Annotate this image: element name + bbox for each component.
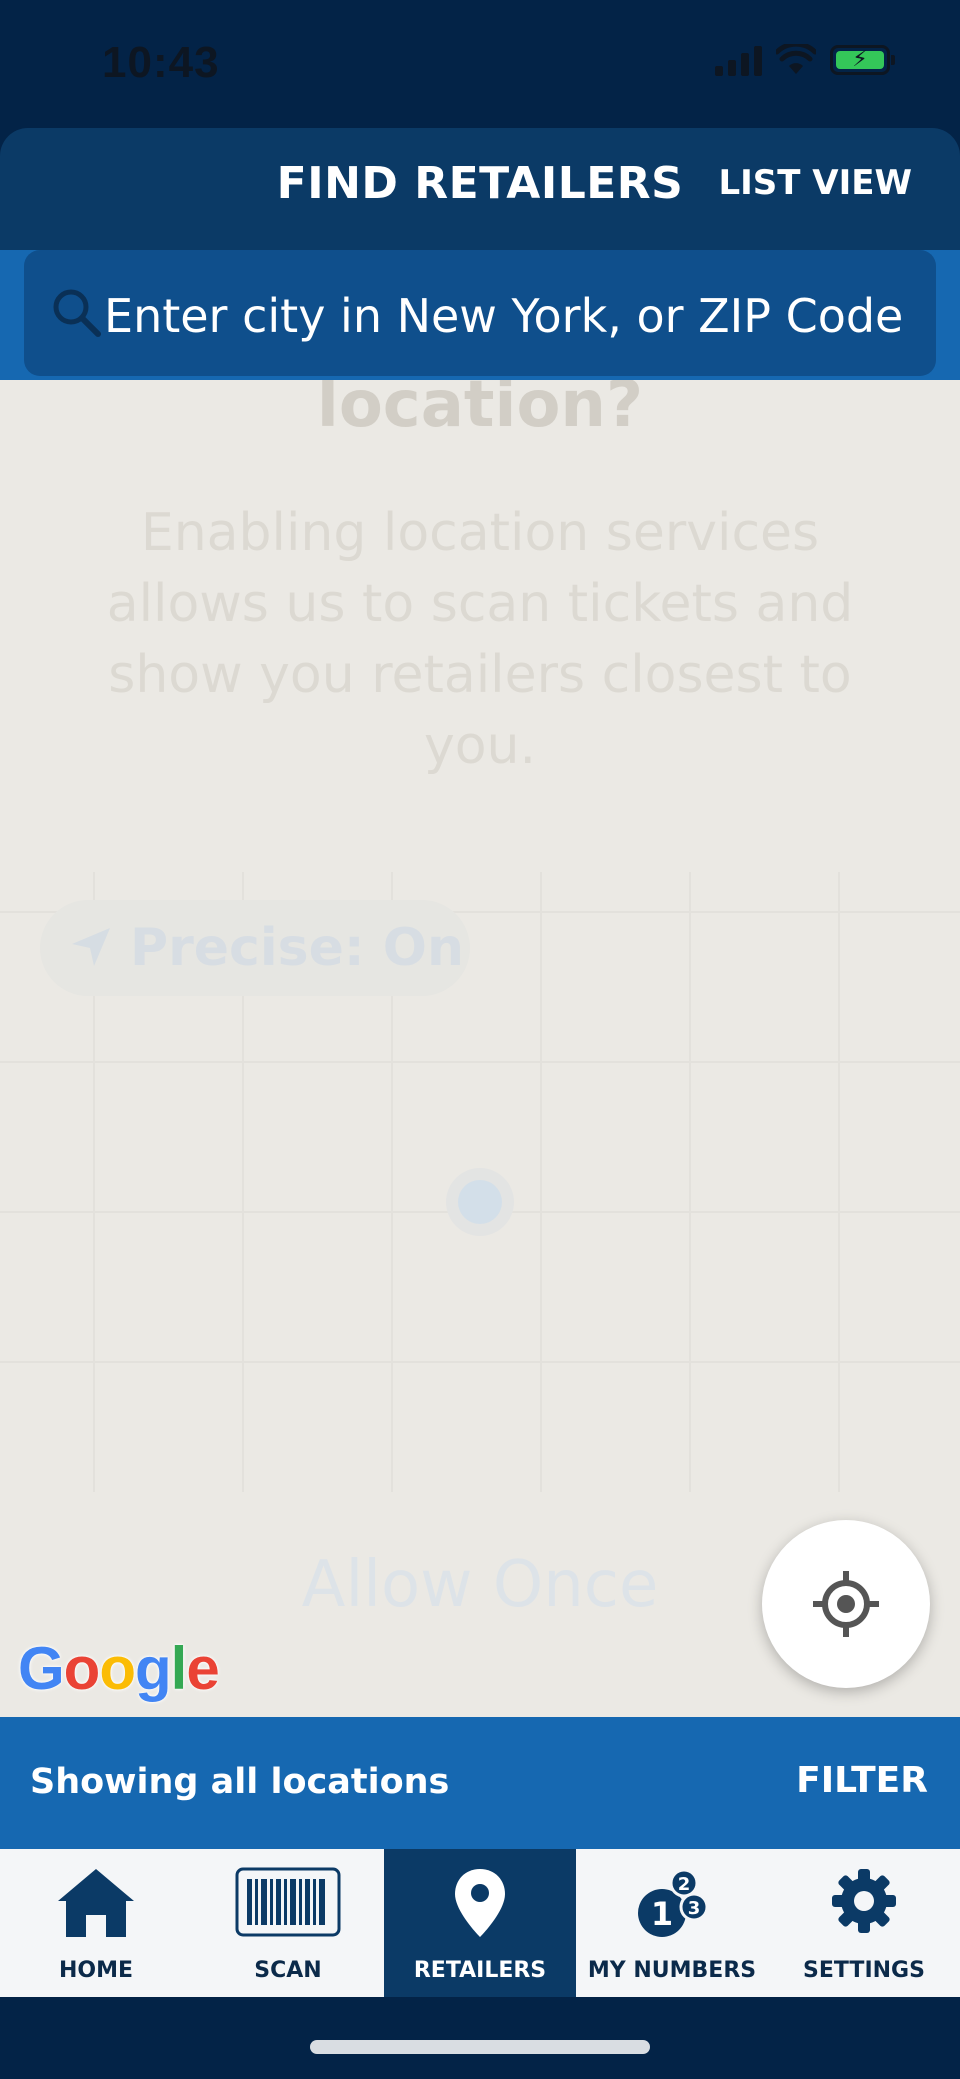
- tab-home-label: HOME: [58, 1958, 134, 1983]
- tab-retailers[interactable]: RETAILERS: [384, 1849, 576, 1997]
- permission-prompt-body: Enabling location services allows us to …: [106, 503, 854, 776]
- location-arrow-icon: [72, 928, 110, 966]
- map-pin-icon: [455, 1869, 505, 1937]
- battery-charging-icon: ⚡: [830, 45, 895, 75]
- precise-location-toggle: Precise: On: [40, 900, 470, 996]
- filter-button[interactable]: FILTER: [796, 1760, 928, 1801]
- home-indicator[interactable]: [310, 2040, 650, 2054]
- filter-status: Showing all locations: [30, 1762, 450, 1802]
- home-icon: [58, 1869, 134, 1937]
- tab-settings[interactable]: SETTINGS: [768, 1849, 960, 1997]
- status-bar: 10:43 ⚡: [0, 0, 960, 128]
- list-view-button[interactable]: LIST VIEW: [718, 163, 912, 203]
- google-logo: Google: [18, 1635, 220, 1702]
- status-icons: ⚡: [715, 44, 895, 76]
- tab-bar: HOME SCAN RETAILERS 1 2 3 MY NUMBERS SET…: [0, 1849, 960, 1997]
- current-location-dot: [446, 1168, 514, 1236]
- svg-text:1: 1: [651, 1895, 673, 1933]
- numbers-icon: 1 2 3: [638, 1868, 709, 1937]
- barcode-icon: [235, 1867, 341, 1937]
- gear-icon: [832, 1869, 896, 1933]
- search-input[interactable]: [104, 276, 924, 356]
- cellular-signal-icon: [715, 44, 762, 76]
- wifi-icon: [776, 44, 816, 74]
- crosshair-icon: [813, 1571, 879, 1637]
- svg-text:2: 2: [678, 1874, 691, 1895]
- tab-settings-label: SETTINGS: [803, 1958, 925, 1983]
- tab-scan[interactable]: SCAN: [192, 1849, 384, 1997]
- recenter-location-button[interactable]: [762, 1520, 930, 1688]
- precise-label: Precise: On: [130, 918, 465, 978]
- permission-prompt-title: Allow “Official NY Lottery (qa)” to use …: [316, 380, 644, 442]
- search-icon: [53, 289, 101, 337]
- tab-my-numbers-label: MY NUMBERS: [587, 1958, 757, 1983]
- tab-retailers-label: RETAILERS: [413, 1958, 547, 1983]
- map[interactable]: Allow “Official NY Lottery (qa)” to use …: [0, 380, 960, 1717]
- status-time: 10:43: [102, 38, 220, 87]
- tab-my-numbers[interactable]: 1 2 3 MY NUMBERS: [576, 1849, 768, 1997]
- tab-home[interactable]: HOME: [0, 1849, 192, 1997]
- svg-text:3: 3: [688, 1898, 701, 1919]
- tab-scan-label: SCAN: [254, 1958, 322, 1983]
